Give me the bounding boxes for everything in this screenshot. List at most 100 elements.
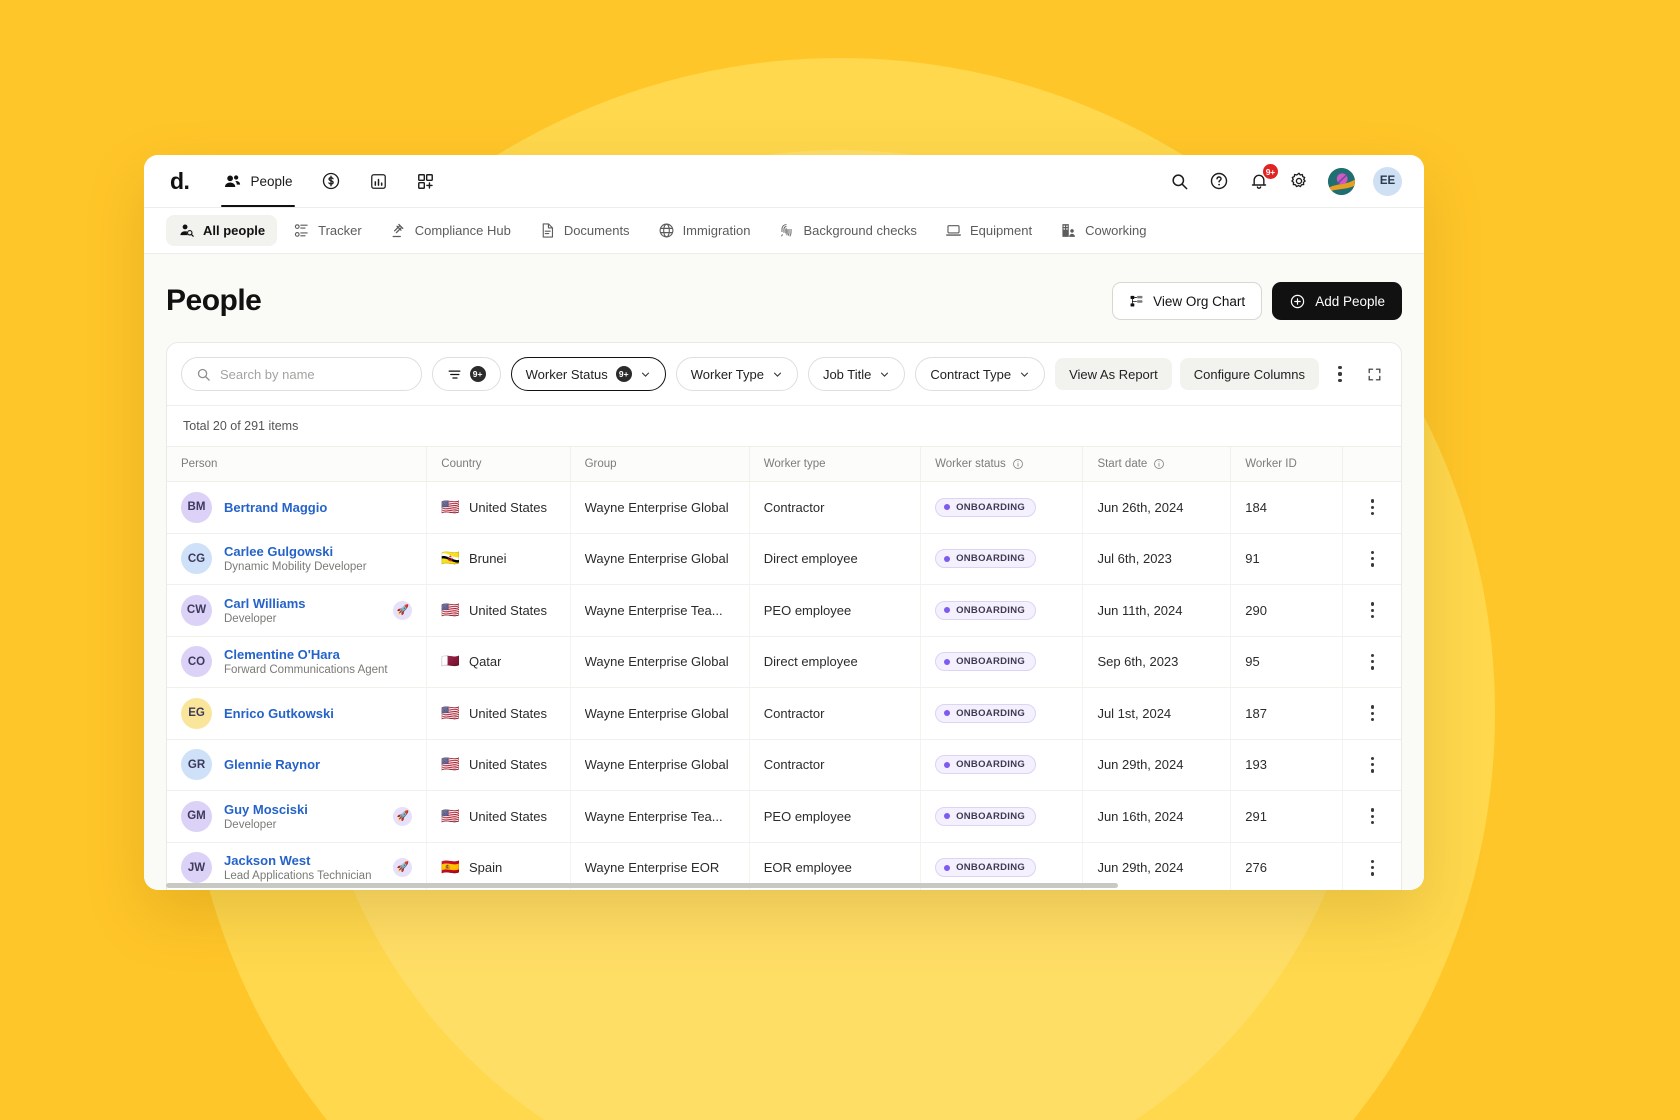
column-header-start-date[interactable]: Start date [1083,447,1231,482]
filters-button[interactable]: 9+ [432,357,501,391]
gear-icon[interactable] [1288,170,1310,192]
bell-icon[interactable]: 9+ [1248,170,1270,192]
subnav-item-all-people[interactable]: All people [166,215,277,246]
column-header-start-date-label: Start date [1097,458,1147,470]
horizontal-scrollbar[interactable] [166,883,1402,889]
cell-row-actions[interactable] [1343,533,1401,585]
row-kebab-menu-icon[interactable] [1357,654,1387,670]
nav-item-apps[interactable] [404,155,447,207]
fingerprint-icon [778,222,795,239]
laptop-icon [945,222,962,239]
search-icon[interactable] [1168,170,1190,192]
row-kebab-menu-icon[interactable] [1357,705,1387,721]
filter-worker-status[interactable]: Worker Status 9+ [511,357,666,391]
person-name-link[interactable]: Carlee Gulgowski [224,544,367,559]
cell-worker-type: Direct employee [749,533,920,585]
search-input[interactable] [220,367,407,382]
cell-group: Wayne Enterprise Global [570,636,749,688]
view-as-report-button[interactable]: View As Report [1055,358,1172,390]
view-org-chart-button[interactable]: View Org Chart [1112,282,1262,320]
person-name-link[interactable]: Jackson West [224,853,371,868]
filter-job-title[interactable]: Job Title [808,357,905,391]
nav-item-payments[interactable] [309,155,353,207]
table-row[interactable]: GR Glennie Raynor 🇺🇸 United States Wayne… [167,739,1401,791]
worker-id-label: 276 [1245,860,1267,875]
column-header-worker-id[interactable]: Worker ID [1231,447,1343,482]
column-header-worker-status[interactable]: Worker status [921,447,1083,482]
column-header-person[interactable]: Person [167,447,427,482]
help-circle-icon[interactable] [1208,170,1230,192]
column-header-group[interactable]: Group [570,447,749,482]
cell-worker-id: 95 [1231,636,1343,688]
group-label: Wayne Enterprise Global [585,500,735,515]
person-name-link[interactable]: Bertrand Maggio [224,500,327,515]
cell-row-actions[interactable] [1343,482,1401,534]
status-badge-label: ONBOARDING [956,502,1025,513]
table-row[interactable]: BM Bertrand Maggio 🇺🇸 United States Wayn… [167,482,1401,534]
nav-item-reports[interactable] [357,155,400,207]
filter-contract-type[interactable]: Contract Type [915,357,1045,391]
cell-row-actions[interactable] [1343,739,1401,791]
row-kebab-menu-icon[interactable] [1357,551,1387,567]
start-date-label: Sep 6th, 2023 [1097,654,1178,669]
table-header-row: Person Country Group Worker type [167,447,1401,482]
info-icon[interactable] [1153,458,1165,470]
apps-grid-plus-icon [416,172,435,191]
subnav-item-all-people-label: All people [203,223,265,238]
subnav-item-equipment[interactable]: Equipment [933,215,1044,246]
configure-columns-button[interactable]: Configure Columns [1180,358,1319,390]
info-icon[interactable] [1012,458,1024,470]
globe-icon [658,222,675,239]
user-avatar[interactable]: EE [1373,167,1402,196]
fullscreen-icon[interactable] [1361,359,1387,389]
status-badge: ONBOARDING [935,498,1036,517]
table-row[interactable]: CG Carlee Gulgowski Dynamic Mobility Dev… [167,533,1401,585]
row-kebab-menu-icon[interactable] [1357,602,1387,618]
cell-row-actions[interactable] [1343,688,1401,740]
subnav-item-coworking[interactable]: Coworking [1048,215,1158,246]
worker-type-label: PEO employee [764,809,906,824]
cell-worker-id: 193 [1231,739,1343,791]
filter-contract-type-label: Contract Type [930,367,1011,382]
subnav-item-immigration[interactable]: Immigration [646,215,763,246]
horizontal-scrollbar-thumb[interactable] [166,883,1118,888]
table-row[interactable]: EG Enrico Gutkowski 🇺🇸 United States Way… [167,688,1401,740]
org-avatar[interactable] [1328,168,1355,195]
person-name-link[interactable]: Glennie Raynor [224,757,320,772]
add-people-button[interactable]: Add People [1272,282,1402,320]
cell-worker-status: ONBOARDING [921,688,1083,740]
start-date-label: Jun 16th, 2024 [1097,809,1183,824]
nav-item-people[interactable]: People [211,155,304,207]
person-name-link[interactable]: Carl Williams [224,596,306,611]
subnav-item-tracker[interactable]: Tracker [281,215,374,246]
person-name-link[interactable]: Guy Mosciski [224,802,308,817]
row-kebab-menu-icon[interactable] [1357,860,1387,876]
cell-worker-type: PEO employee [749,791,920,843]
table-row[interactable]: CW Carl Williams Developer 🚀 🇺🇸 United S… [167,585,1401,637]
cell-row-actions[interactable] [1343,636,1401,688]
table-row[interactable]: CO Clementine O'Hara Forward Communicati… [167,636,1401,688]
row-kebab-menu-icon[interactable] [1357,499,1387,515]
column-header-worker-type[interactable]: Worker type [749,447,920,482]
row-kebab-menu-icon[interactable] [1357,757,1387,773]
subnav-item-compliance-hub[interactable]: Compliance Hub [378,215,523,246]
subnav-item-compliance-hub-label: Compliance Hub [415,223,511,238]
filter-worker-type[interactable]: Worker Type [676,357,798,391]
row-kebab-menu-icon[interactable] [1357,808,1387,824]
view-org-chart-label: View Org Chart [1153,294,1245,309]
cell-row-actions[interactable] [1343,585,1401,637]
subnav-item-documents[interactable]: Documents [527,215,642,246]
app-logo[interactable]: d. [170,168,189,195]
cell-start-date: Jun 11th, 2024 [1083,585,1231,637]
column-header-worker-status-label: Worker status [935,458,1006,470]
person-role: Developer [224,613,306,625]
country-flag-icon: 🇺🇸 [441,757,460,772]
search-field[interactable] [181,357,422,391]
cell-row-actions[interactable] [1343,791,1401,843]
person-name-link[interactable]: Clementine O'Hara [224,647,388,662]
person-name-link[interactable]: Enrico Gutkowski [224,706,334,721]
column-header-country[interactable]: Country [427,447,570,482]
subnav-item-background-checks[interactable]: Background checks [766,215,928,246]
table-row[interactable]: GM Guy Mosciski Developer 🚀 🇺🇸 United St… [167,791,1401,843]
kebab-menu-icon[interactable] [1327,359,1353,389]
